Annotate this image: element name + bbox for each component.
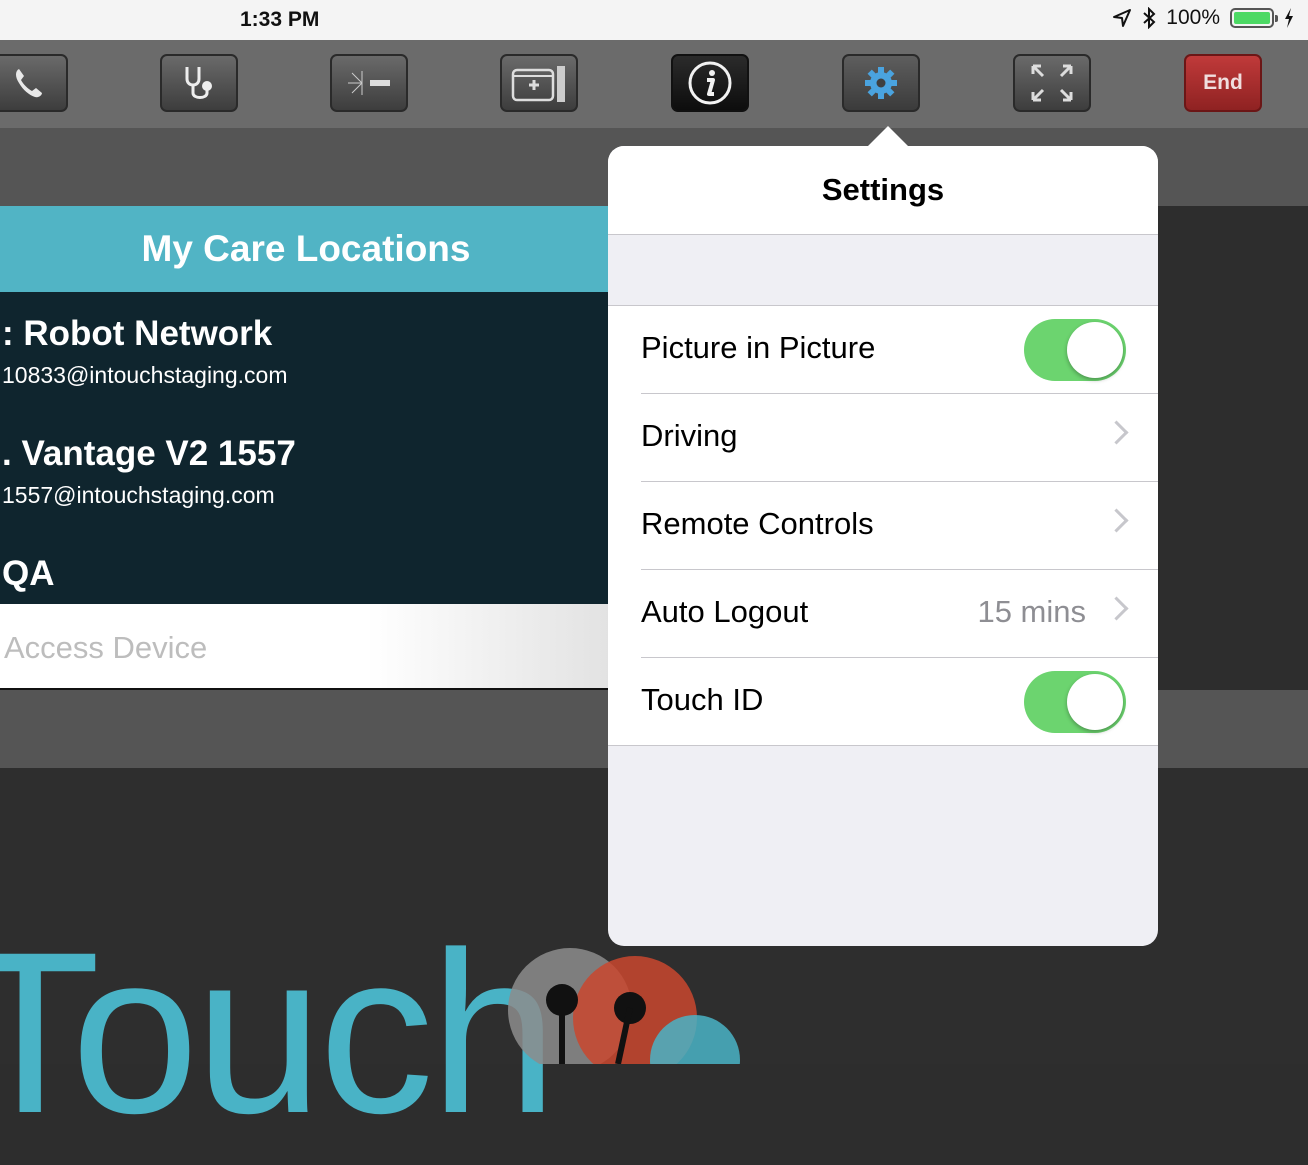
touch-id-row: Touch ID: [608, 658, 1158, 746]
expand-icon: [1031, 64, 1073, 102]
medical-cart-icon: [511, 66, 565, 102]
fullscreen-button[interactable]: [1013, 54, 1091, 112]
settings-title: Settings: [608, 146, 1158, 235]
popover-arrow: [866, 126, 910, 148]
row-label: Touch ID: [641, 682, 764, 717]
chevron-right-icon: [1104, 508, 1129, 533]
info-icon: [688, 61, 732, 105]
settings-popover: Settings Picture in Picture Driving Remo…: [608, 146, 1158, 946]
settings-button[interactable]: [842, 54, 920, 112]
location-name[interactable]: . Vantage V2 1557: [2, 434, 296, 474]
status-right: 100%: [1112, 6, 1294, 30]
row-label: Auto Logout: [641, 594, 809, 629]
care-locations-title: My Care Locations: [141, 228, 471, 269]
laser-button[interactable]: [330, 54, 408, 112]
stethoscope-icon: [185, 67, 212, 99]
end-call-button[interactable]: End: [1184, 54, 1262, 112]
status-bar: 1:33 PM 100%: [0, 0, 1308, 40]
location-email: 1557@intouchstaging.com: [2, 482, 275, 508]
picture-in-picture-row: Picture in Picture: [608, 306, 1158, 394]
row-label: Picture in Picture: [641, 330, 876, 365]
status-time: 1:33 PM: [240, 8, 320, 31]
location-email: 10833@intouchstaging.com: [2, 362, 288, 388]
auto-logout-value: 15 mins: [977, 594, 1086, 629]
intouch-logo-mark: [508, 948, 740, 1064]
call-toolbar: End: [0, 40, 1308, 128]
intouch-logo-text: Touch: [0, 904, 558, 1161]
access-device-placeholder: Access Device: [4, 630, 208, 665]
phone-icon: [16, 69, 42, 98]
row-label: Remote Controls: [641, 506, 874, 541]
gear-icon: [865, 67, 897, 99]
phone-button[interactable]: [0, 54, 68, 112]
care-locations-list: : Robot Network 10833@intouchstaging.com…: [0, 292, 612, 604]
laser-pointer-icon: [348, 71, 390, 95]
picture-in-picture-toggle[interactable]: [1024, 319, 1126, 381]
chevron-right-icon: [1104, 420, 1129, 445]
chevron-right-icon: [1104, 596, 1129, 621]
location-name[interactable]: QA: [2, 554, 55, 594]
battery-percent: 100%: [1166, 6, 1220, 29]
info-button[interactable]: [671, 54, 749, 112]
driving-row[interactable]: Driving: [608, 394, 1158, 482]
remote-controls-row[interactable]: Remote Controls: [608, 482, 1158, 570]
battery-icon: [1230, 8, 1278, 28]
row-label: Driving: [641, 418, 738, 453]
charging-bolt-icon: [1285, 8, 1293, 28]
access-device-field[interactable]: Access Device: [0, 604, 612, 690]
bluetooth-icon: [1143, 7, 1156, 29]
touch-id-toggle[interactable]: [1024, 671, 1126, 733]
settings-section-gap: [608, 235, 1158, 306]
medical-device-button[interactable]: [500, 54, 578, 112]
location-arrow-icon: [1113, 9, 1132, 27]
care-locations-header: My Care Locations: [0, 206, 612, 292]
stethoscope-button[interactable]: [160, 54, 238, 112]
auto-logout-row[interactable]: Auto Logout 15 mins: [608, 570, 1158, 658]
location-name[interactable]: : Robot Network: [2, 314, 272, 354]
